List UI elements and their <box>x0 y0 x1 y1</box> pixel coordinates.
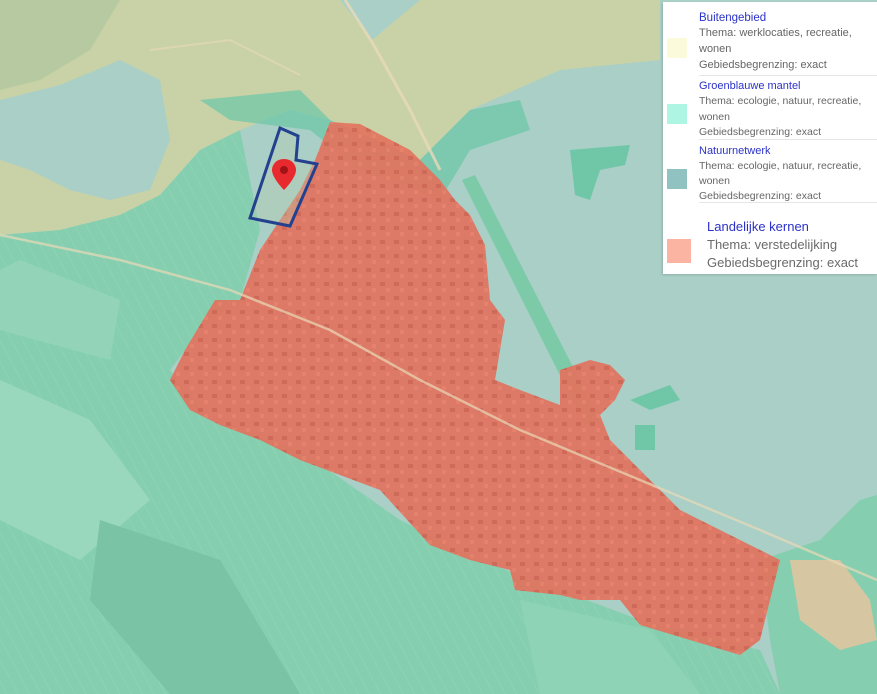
legend-divider <box>699 139 877 140</box>
legend-theme: Thema: ecologie, natuur, recreatie, <box>699 160 862 172</box>
legend-title: Groenblauwe mantel <box>699 80 801 92</box>
legend-swatch <box>667 38 687 58</box>
legend-divider <box>699 202 877 203</box>
legend-divider <box>699 75 877 76</box>
legend-boundary: Gebiedsbegrenzing: exact <box>699 59 827 71</box>
legend-boundary: Gebiedsbegrenzing: exact <box>699 126 821 138</box>
legend-theme: Thema: verstedelijking <box>707 237 838 252</box>
legend-theme-cont: wonen <box>699 175 730 187</box>
legend-theme-cont: wonen <box>699 111 730 123</box>
legend-boundary: Gebiedsbegrenzing: exact <box>707 255 859 270</box>
legend-title: Buitengebied <box>699 12 767 24</box>
legend-title: Natuurnetwerk <box>699 145 771 157</box>
legend-theme-cont: wonen <box>699 43 732 55</box>
legend-swatch <box>667 169 687 189</box>
legend-swatch <box>667 239 691 263</box>
green-islet <box>635 425 655 450</box>
legend-swatch <box>667 104 687 124</box>
legend-panel: Buitengebied Thema: werklocaties, recrea… <box>663 2 877 274</box>
legend-theme: Thema: ecologie, natuur, recreatie, <box>699 95 862 107</box>
legend-title: Landelijke kernen <box>707 219 809 234</box>
legend-theme: Thema: werklocaties, recreatie, <box>699 27 852 39</box>
legend-boundary: Gebiedsbegrenzing: exact <box>699 190 821 202</box>
